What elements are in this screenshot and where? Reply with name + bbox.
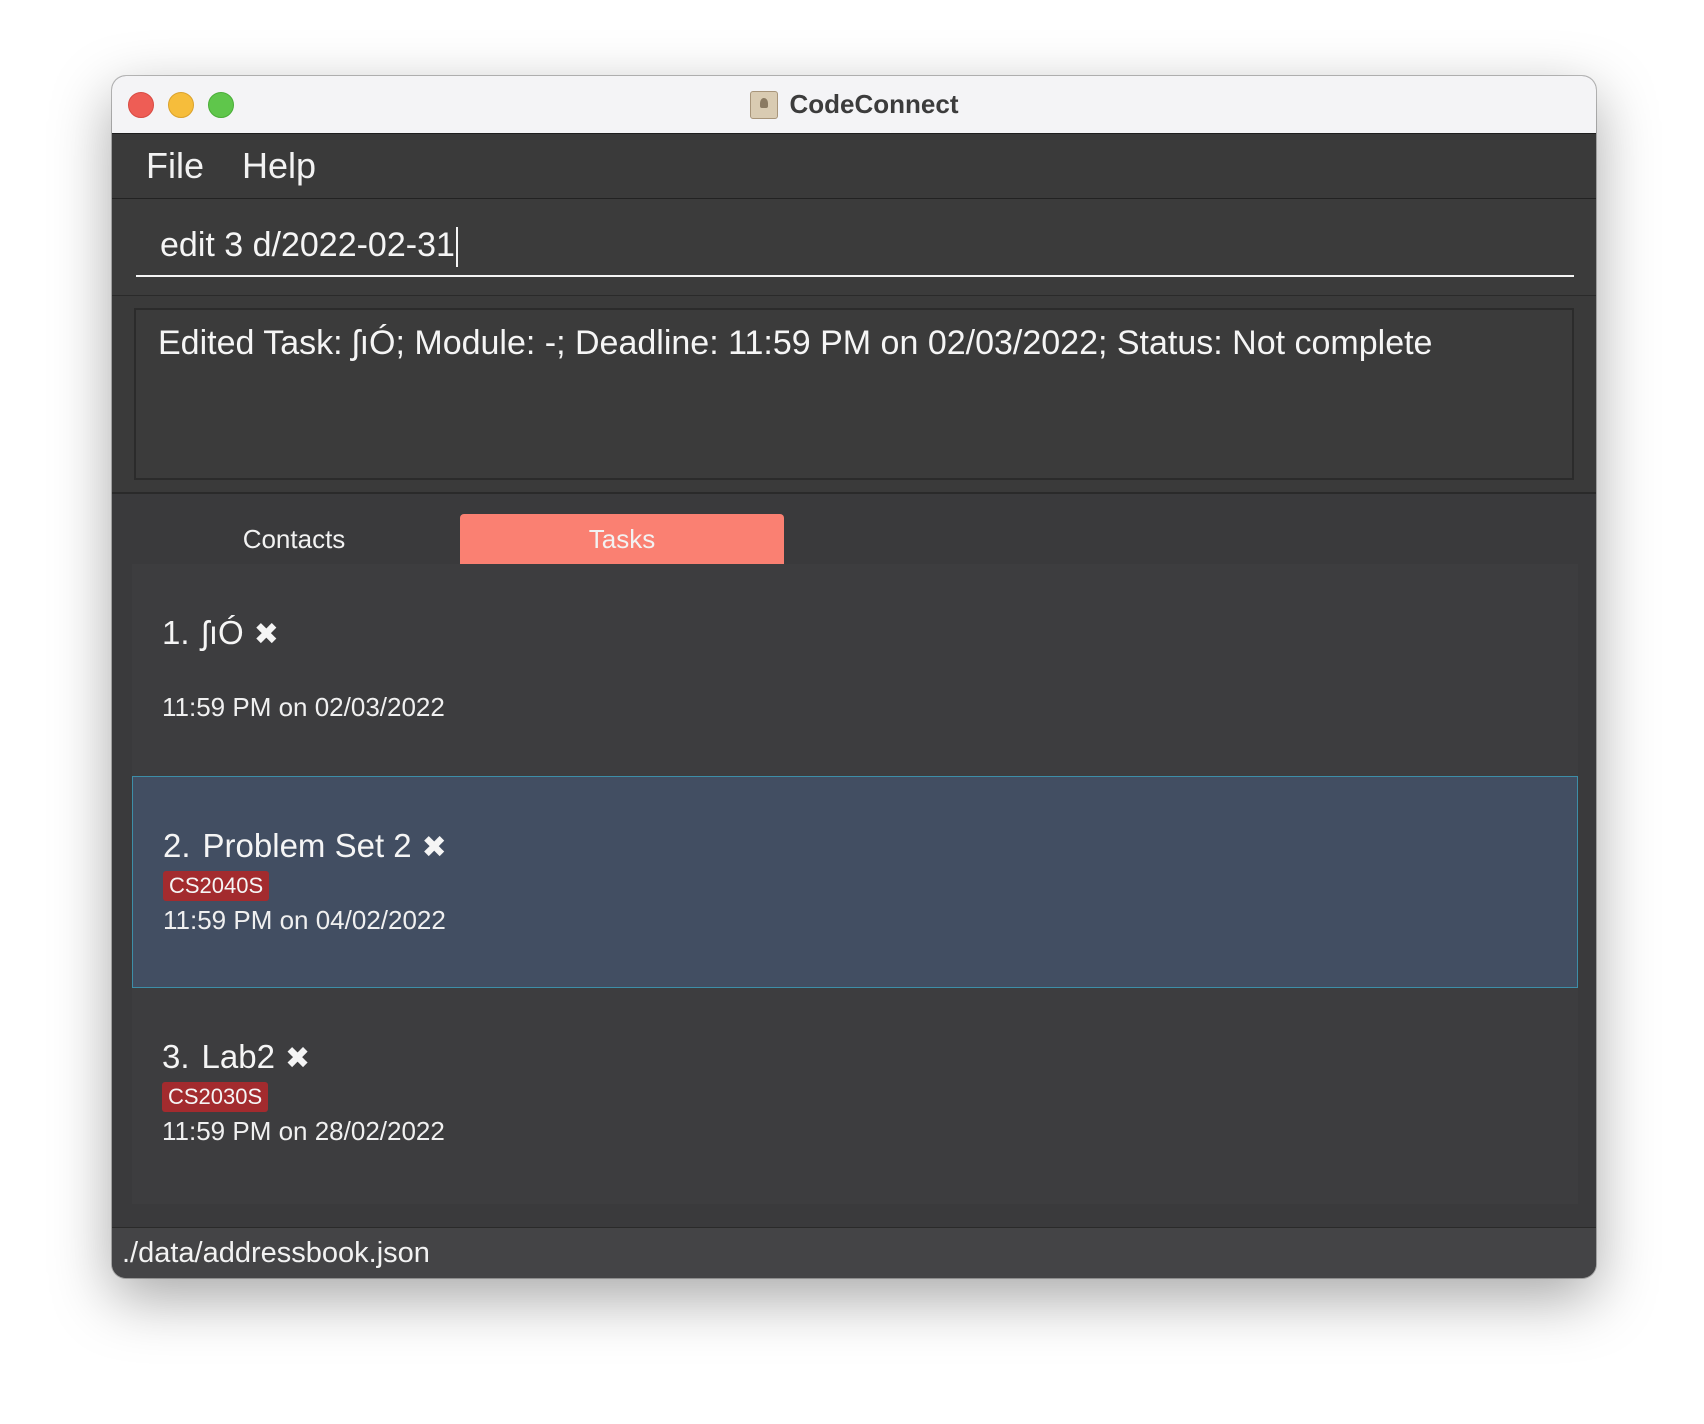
task-name: ʃıÓ (201, 614, 244, 651)
result-display: Edited Task: ʃıÓ; Module: -; Deadline: 1… (134, 308, 1574, 480)
title-bar: CodeConnect (112, 76, 1596, 134)
tab-contacts[interactable]: Contacts (132, 514, 456, 564)
task-list[interactable]: 1. ʃıÓ ✖ 11:59 PM on 02/03/2022 2. Problem … (132, 564, 1578, 1204)
task-title: 1. ʃıÓ ✖ (162, 614, 279, 652)
data-file-path: ./data/addressbook.json (122, 1237, 430, 1269)
result-text: Edited Task: ʃıÓ; Module: -; Deadline: 1… (158, 324, 1433, 362)
task-deadline: 11:59 PM on 02/03/2022 (162, 692, 445, 722)
menu-bar: File Help (112, 134, 1596, 199)
command-text: edit 3 d/2022-02-31 (160, 226, 455, 264)
task-index: 3. (162, 1038, 190, 1075)
status-bar: ./data/addressbook.json (112, 1227, 1596, 1278)
module-tag: CS2030S (162, 1082, 269, 1112)
task-name: Lab2 (201, 1038, 275, 1075)
task-card[interactable]: 3. Lab2 ✖ CS2030S 11:59 PM on 28/02/2022 (132, 988, 1578, 1200)
text-caret (455, 227, 458, 268)
module-tag: CS2040S (163, 871, 270, 901)
incomplete-x-icon: ✖ (253, 618, 279, 651)
task-title: 3. Lab2 ✖ (162, 1038, 310, 1076)
task-deadline: 11:59 PM on 28/02/2022 (162, 1116, 445, 1146)
command-input[interactable]: edit 3 d/2022-02-31 (136, 213, 1574, 277)
app-window: CodeConnect File Help edit 3 d/2022-02-3… (112, 76, 1596, 1278)
tab-bar: Contacts Tasks (132, 514, 932, 564)
task-index: 1. (162, 614, 190, 651)
menu-help[interactable]: Help (242, 134, 316, 198)
incomplete-x-icon: ✖ (421, 831, 447, 864)
command-box: edit 3 d/2022-02-31 (112, 199, 1596, 297)
window-title: CodeConnect (789, 89, 959, 119)
task-name: Problem Set 2 (202, 827, 412, 864)
task-deadline: 11:59 PM on 04/02/2022 (163, 905, 446, 935)
task-index: 2. (163, 827, 191, 864)
window-title-container: CodeConnect (112, 76, 1596, 133)
incomplete-x-icon: ✖ (284, 1042, 311, 1075)
task-title: 2. Problem Set 2 ✖ (163, 827, 447, 865)
menu-file[interactable]: File (146, 134, 204, 198)
result-display-panel: Edited Task: ʃıÓ; Module: -; Deadline: 1… (112, 296, 1596, 494)
app-icon (749, 90, 778, 119)
tab-tasks[interactable]: Tasks (460, 514, 784, 564)
task-card[interactable]: 1. ʃıÓ ✖ 11:59 PM on 02/03/2022 (132, 564, 1578, 776)
task-card-selected[interactable]: 2. Problem Set 2 ✖ CS2040S 11:59 PM on 04/… (132, 776, 1578, 988)
